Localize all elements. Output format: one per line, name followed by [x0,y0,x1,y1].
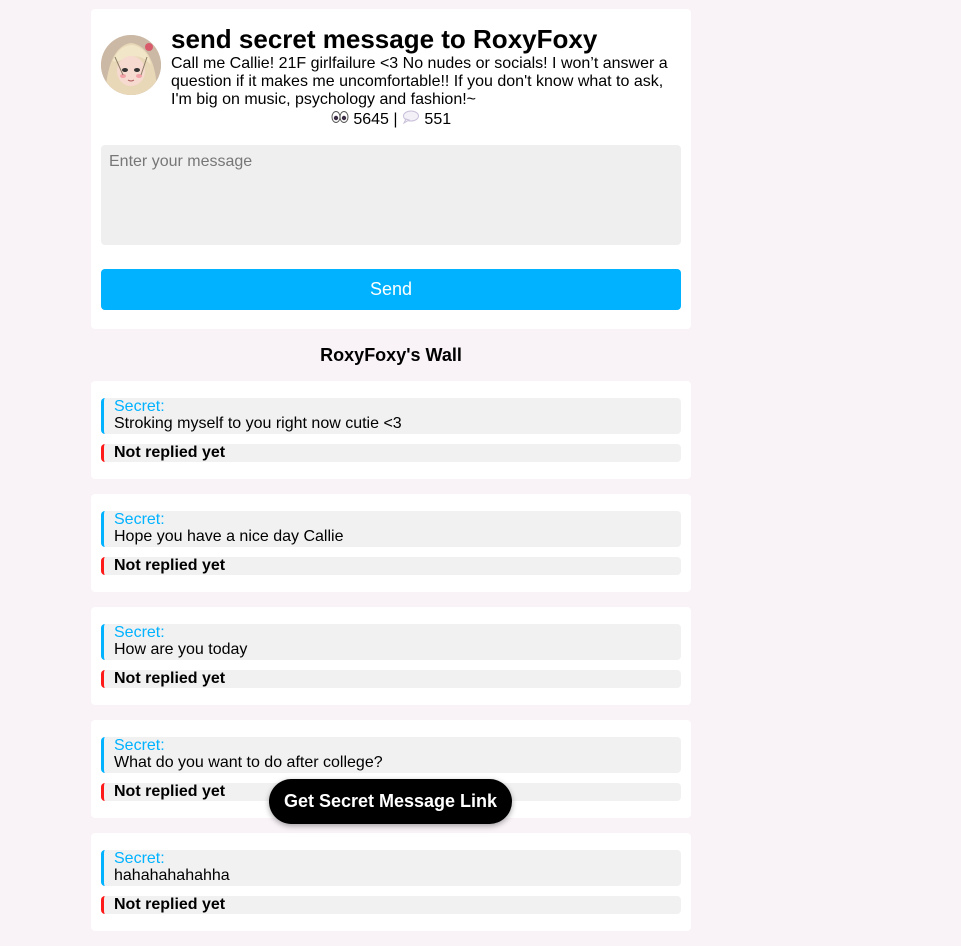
secret-label: Secret: [114,398,165,415]
stats-separator: | [393,111,398,129]
secret-message: Secret: How are you today [101,624,681,660]
message-input[interactable] [101,145,681,245]
secret-label: Secret: [114,624,165,641]
reply-status: Not replied yet [101,896,681,914]
secret-label: Secret: [114,850,165,867]
page-title: send secret message to RoxyFoxy [171,24,598,54]
secret-text: How are you today [114,641,248,658]
wall-post: Secret: Stroking myself to you right now… [91,381,691,479]
avatar-illustration-icon [101,35,161,95]
wall-title: RoxyFoxy's Wall [320,345,462,365]
secret-text: hahahahahahha [114,867,230,884]
wall-post: Secret: How are you today Not replied ye… [91,607,691,705]
secret-message: Secret: Stroking myself to you right now… [101,398,681,434]
profile-card: send secret message to RoxyFoxy Call me … [91,9,691,329]
secret-message: Secret: What do you want to do after col… [101,737,681,773]
views-count: 5645 [353,111,389,129]
page-container: send secret message to RoxyFoxy Call me … [91,0,691,931]
wall-post: Secret: Hope you have a nice day Callie … [91,494,691,592]
secret-text: Hope you have a nice day Callie [114,528,344,545]
avatar [101,35,161,95]
speech-bubble-icon [402,110,420,130]
secret-text: Stroking myself to you right now cutie <… [114,415,402,432]
profile-stats: 5645 | 551 [91,110,691,130]
secret-message: Secret: Hope you have a nice day Callie [101,511,681,547]
reply-status: Not replied yet [101,670,681,688]
wall-post: Secret: hahahahahahha Not replied yet [91,833,691,931]
reply-status: Not replied yet [101,444,681,462]
secret-label: Secret: [114,737,165,754]
messages-count: 551 [424,111,452,129]
eyes-icon [331,110,349,130]
profile-bio: Call me Callie! 21F girlfailure <3 No nu… [171,55,668,108]
secret-text: What do you want to do after college? [114,754,383,771]
get-secret-link-button[interactable]: Get Secret Message Link [269,779,512,824]
secret-message: Secret: hahahahahahha [101,850,681,886]
wall-list: Secret: Stroking myself to you right now… [91,381,691,946]
reply-status: Not replied yet [101,557,681,575]
secret-label: Secret: [114,511,165,528]
send-button[interactable]: Send [101,269,681,310]
